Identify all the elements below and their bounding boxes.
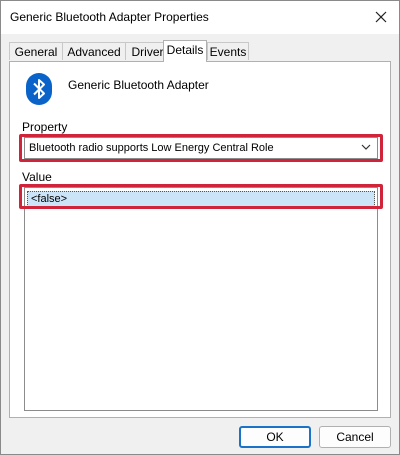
details-panel: Generic Bluetooth Adapter Property Bluet… (9, 61, 391, 418)
device-name: Generic Bluetooth Adapter (68, 78, 209, 92)
title-bar: Generic Bluetooth Adapter Properties (1, 1, 399, 34)
property-label: Property (22, 120, 68, 134)
property-dropdown[interactable]: Bluetooth radio supports Low Energy Cent… (24, 137, 378, 159)
tab-events[interactable]: Events (207, 42, 249, 60)
value-list-item[interactable]: <false> (27, 191, 375, 207)
properties-dialog: Generic Bluetooth Adapter Properties Gen… (0, 0, 400, 455)
tab-advanced[interactable]: Advanced (62, 42, 126, 60)
ok-button[interactable]: OK (239, 426, 311, 448)
tab-details[interactable]: Details (163, 40, 207, 62)
tab-general[interactable]: General (9, 42, 63, 60)
bluetooth-icon (26, 73, 52, 105)
chevron-down-icon (361, 144, 371, 150)
close-icon (375, 11, 387, 23)
property-selected-value: Bluetooth radio supports Low Energy Cent… (29, 142, 274, 154)
value-item-text: <false> (31, 193, 68, 205)
value-label: Value (22, 170, 52, 184)
close-button[interactable] (367, 3, 395, 31)
value-list[interactable]: <false> (24, 187, 378, 411)
window-title: Generic Bluetooth Adapter Properties (10, 10, 209, 24)
tab-strip: General Advanced Driver Details Events (9, 40, 391, 62)
cancel-button[interactable]: Cancel (319, 426, 391, 448)
